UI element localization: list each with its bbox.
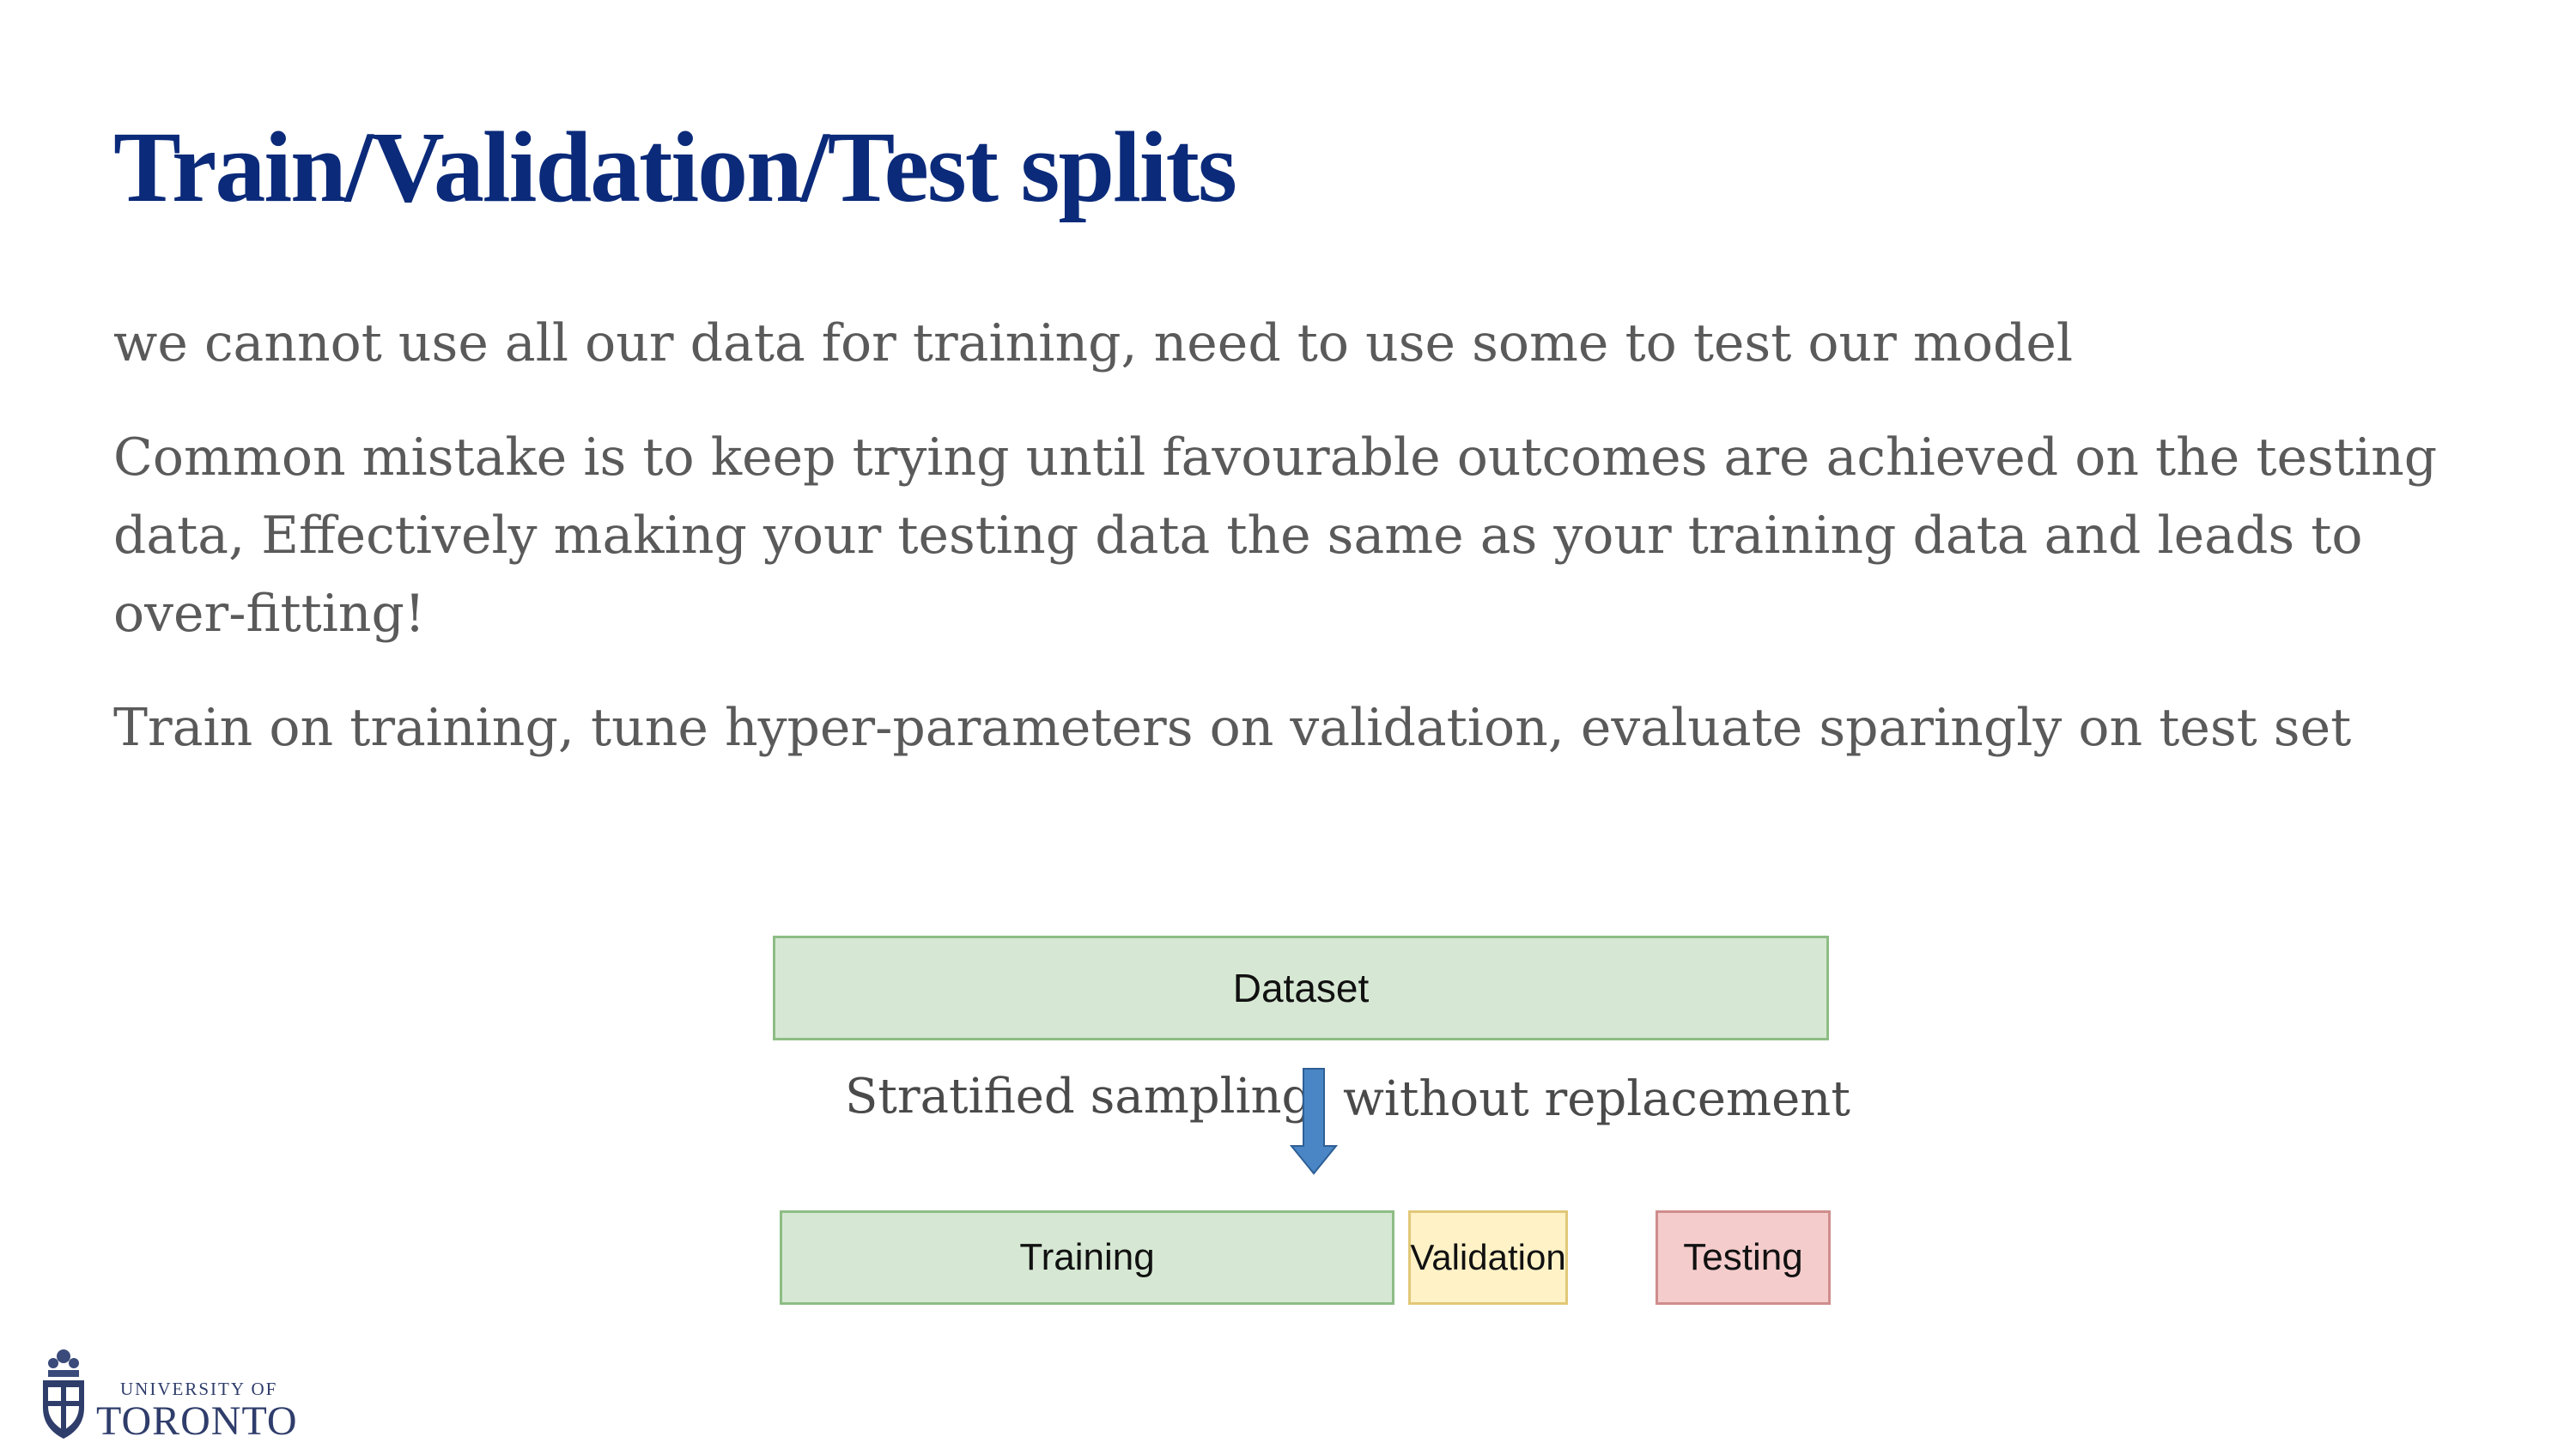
data-split-diagram: Dataset Stratified sampling without repl… [0, 0, 2576, 1449]
dataset-box: Dataset [773, 936, 1829, 1040]
validation-label: Validation [1410, 1237, 1566, 1277]
validation-box: Validation [1408, 1210, 1568, 1305]
down-arrow-icon [1289, 1068, 1339, 1175]
training-label: Training [1019, 1236, 1155, 1278]
university-crest-icon [43, 1349, 84, 1439]
university-logo: UNIVERSITY OF TORONTO [38, 1346, 321, 1444]
arrow-left-label: Stratified sampling [845, 1069, 1313, 1125]
dataset-label: Dataset [1232, 966, 1370, 1010]
arrow-right-label: without replacement [1343, 1071, 1850, 1127]
testing-label: Testing [1683, 1236, 1803, 1278]
training-box: Training [780, 1210, 1394, 1305]
logo-line2: TORONTO [96, 1398, 298, 1444]
testing-box: Testing [1656, 1210, 1831, 1305]
